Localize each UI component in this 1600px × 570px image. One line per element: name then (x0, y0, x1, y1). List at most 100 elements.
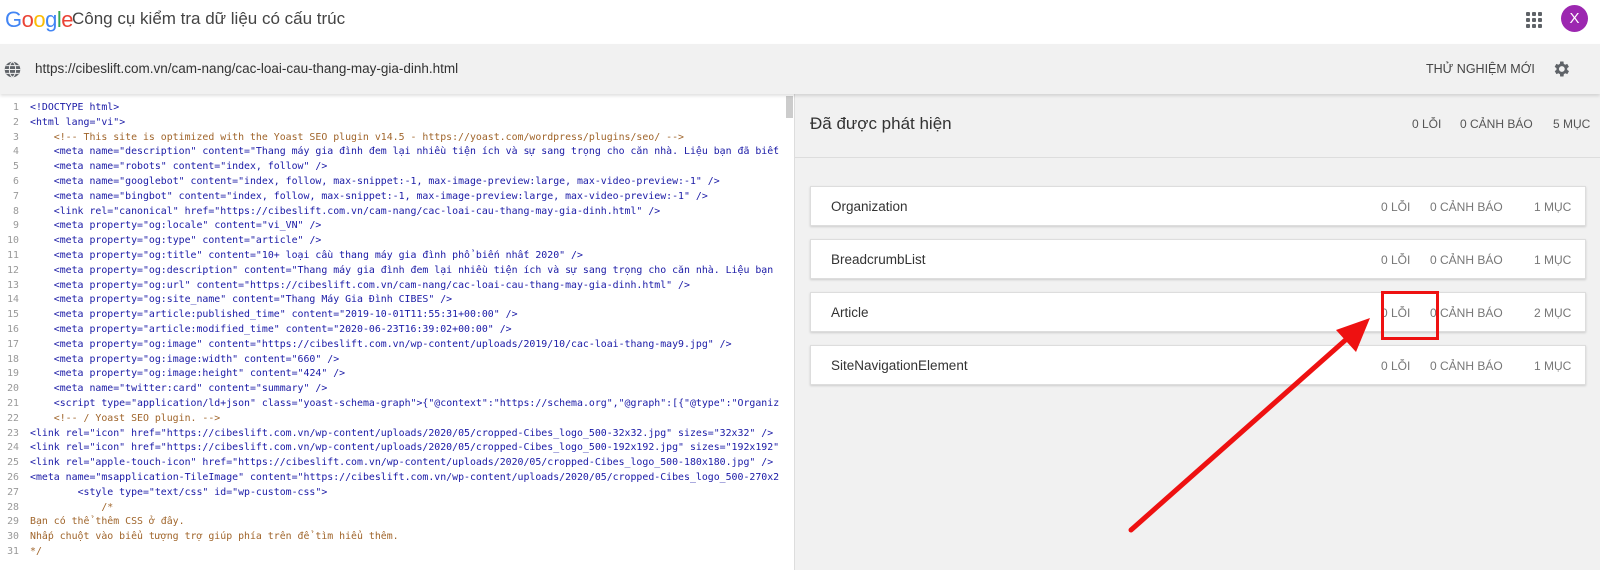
code-text: <link rel="icon" href="https://cibeslift… (30, 442, 780, 454)
code-line: 10 <meta property="og:type" content="art… (0, 233, 794, 248)
code-line: 11 <meta property="og:title" content="10… (0, 248, 794, 263)
code-line: 24 <link rel="icon" href="https://cibesli… (0, 440, 794, 455)
card-items: 1 MỤC (1534, 200, 1572, 214)
code-line: 30 Nhấp chuột vào biểu tượng trợ giúp phí… (0, 529, 794, 544)
code-text: <meta name="robots" content="index, foll… (53, 161, 328, 173)
top-bar: Google Công cụ kiểm tra dữ liệu có cấu t… (0, 0, 1600, 44)
code-text: /* (101, 501, 114, 513)
line-number: 28 (7, 501, 19, 513)
code-line: 26 <meta name="msapplication-TileImage" c… (0, 470, 794, 485)
line-number: 14 (7, 294, 19, 306)
code-text: <meta property="og:site_name" content="T… (53, 294, 453, 306)
line-number: 12 (7, 264, 19, 276)
line-number: 25 (7, 457, 19, 469)
code-line: 20 <meta name="twitter:card" content="su… (0, 381, 794, 396)
line-number: 22 (7, 412, 19, 424)
code-text: <link rel="icon" href="https://cibeslift… (30, 427, 774, 439)
url-input[interactable]: https://cibeslift.com.vn/cam-nang/cac-lo… (35, 61, 458, 76)
code-line: 2 <html lang="vi"> (0, 115, 794, 130)
line-number: 3 (13, 131, 19, 143)
line-number: 23 (7, 427, 19, 439)
gear-icon[interactable] (1551, 59, 1571, 79)
card-warnings: 0 CẢNH BÁO (1430, 359, 1503, 373)
code-line: 23 <link rel="icon" href="https://cibesli… (0, 426, 794, 441)
globe-icon (4, 61, 21, 78)
code-text: <meta property="og:url" content="https:/… (53, 279, 690, 291)
code-line: 1 <!DOCTYPE html> (0, 100, 794, 115)
code-line: 13 <meta property="og:url" content="http… (0, 278, 794, 293)
card-items: 1 MỤC (1534, 253, 1572, 267)
result-card-organization[interactable]: Organization 0 LỖI 0 CẢNH BÁO 1 MỤC (810, 186, 1586, 226)
code-line: 14 <meta property="og:site_name" content… (0, 292, 794, 307)
results-title: Đã được phát hiện (810, 114, 952, 133)
line-number: 6 (13, 176, 19, 187)
line-number: 8 (13, 205, 19, 217)
code-line: 28 /* (0, 500, 794, 515)
code-line: 17 <meta property="og:image" content="ht… (0, 337, 794, 352)
line-number: 30 (7, 531, 19, 543)
code-line: 8 <link rel="canonical" href="https://ci… (0, 204, 794, 219)
code-text: <script type="application/ld+json" class… (53, 398, 780, 409)
line-number: 18 (7, 353, 19, 365)
code-text: <meta name="twitter:card" content="summa… (53, 383, 328, 395)
code-text: <meta property="og:image:height" content… (53, 368, 346, 380)
line-number: 16 (7, 324, 19, 335)
line-number: 17 (7, 338, 19, 350)
line-number: 11 (7, 250, 19, 261)
code-text: <meta property="og:title" content="10+ l… (53, 250, 583, 261)
url-bar: https://cibeslift.com.vn/cam-nang/cac-lo… (0, 44, 1600, 94)
code-text: <meta property="article:published_time" … (53, 309, 518, 321)
result-card-article[interactable]: Article 0 LỖI 0 CẢNH BÁO 2 MỤC (810, 292, 1586, 332)
code-line: 29 Bạn có thể thêm CSS ở đây. (0, 514, 794, 529)
code-line: 16 <meta property="article:modified_time… (0, 322, 794, 337)
code-text: <html lang="vi"> (30, 116, 126, 128)
apps-grid-icon[interactable] (1526, 12, 1542, 28)
code-text: <meta property="article:modified_time" c… (53, 324, 512, 335)
source-code-editor[interactable]: 1 <!DOCTYPE html> 2 <html lang="vi"> 3 <!-- … (0, 94, 795, 570)
code-text: <!DOCTYPE html> (30, 102, 120, 113)
line-number: 29 (7, 516, 19, 528)
card-title: Organization (831, 199, 908, 214)
line-number: 13 (7, 279, 19, 291)
line-number: 26 (7, 472, 19, 483)
code-text: <meta property="og:type" content="articl… (53, 235, 322, 247)
avatar[interactable]: X (1561, 5, 1588, 32)
code-line: 7 <meta name="bingbot" content="index, f… (0, 189, 794, 204)
line-number: 31 (7, 546, 19, 557)
code-line: 12 <meta property="og:description" conte… (0, 263, 794, 278)
code-line: 31 */ (0, 544, 794, 559)
code-text: <meta property="og:image:width" content=… (53, 353, 340, 365)
card-errors: 0 LỖI (1381, 253, 1411, 267)
line-number: 9 (13, 220, 19, 232)
code-text: <!-- This site is optimized with the Yoa… (53, 131, 684, 143)
result-card-sitenavigationelement[interactable]: SiteNavigationElement 0 LỖI 0 CẢNH BÁO 1… (810, 345, 1586, 385)
code-text: <meta name="msapplication-TileImage" con… (30, 472, 780, 483)
code-line: 21 <script type="application/ld+json" cl… (0, 396, 794, 411)
line-number: 5 (13, 161, 19, 173)
card-items: 2 MỤC (1534, 306, 1572, 320)
google-logo[interactable]: Google (5, 7, 74, 33)
line-number: 27 (7, 486, 19, 498)
result-card-breadcrumblist[interactable]: BreadcrumbList 0 LỖI 0 CẢNH BÁO 1 MỤC (810, 239, 1586, 279)
code-text: <meta property="og:image" content="https… (53, 338, 732, 350)
card-title: Article (831, 305, 869, 320)
code-line: 19 <meta property="og:image:height" cont… (0, 366, 794, 381)
app-title: Công cụ kiểm tra dữ liệu có cấu trúc (72, 9, 346, 28)
code-line: 9 <meta property="og:locale" content="vi… (0, 218, 794, 233)
code-line: 6 <meta name="googlebot" content="index,… (0, 174, 794, 189)
highlight-box (1381, 291, 1439, 340)
code-text: <!-- / Yoast SEO plugin. --> (53, 412, 221, 424)
code-line: 22 <!-- / Yoast SEO plugin. --> (0, 411, 794, 426)
code-text: Nhấp chuột vào biểu tượng trợ giúp phía … (30, 531, 399, 543)
results-panel: Đã được phát hiện 0 LỖI 0 CẢNH BÁO 5 MỤC… (795, 94, 1600, 570)
line-number: 15 (7, 309, 19, 321)
new-test-button[interactable]: THỬ NGHIỆM MỚI (1426, 62, 1535, 76)
total-items: 5 MỤC (1553, 117, 1591, 131)
code-line: 18 <meta property="og:image:width" conte… (0, 352, 794, 367)
line-number: 4 (13, 146, 19, 158)
card-warnings: 0 CẢNH BÁO (1430, 306, 1503, 320)
code-text: */ (30, 546, 42, 557)
code-line: 15 <meta property="article:published_tim… (0, 307, 794, 322)
code-text: <meta name="description" content="Thang … (53, 146, 780, 158)
line-number: 19 (7, 368, 19, 380)
